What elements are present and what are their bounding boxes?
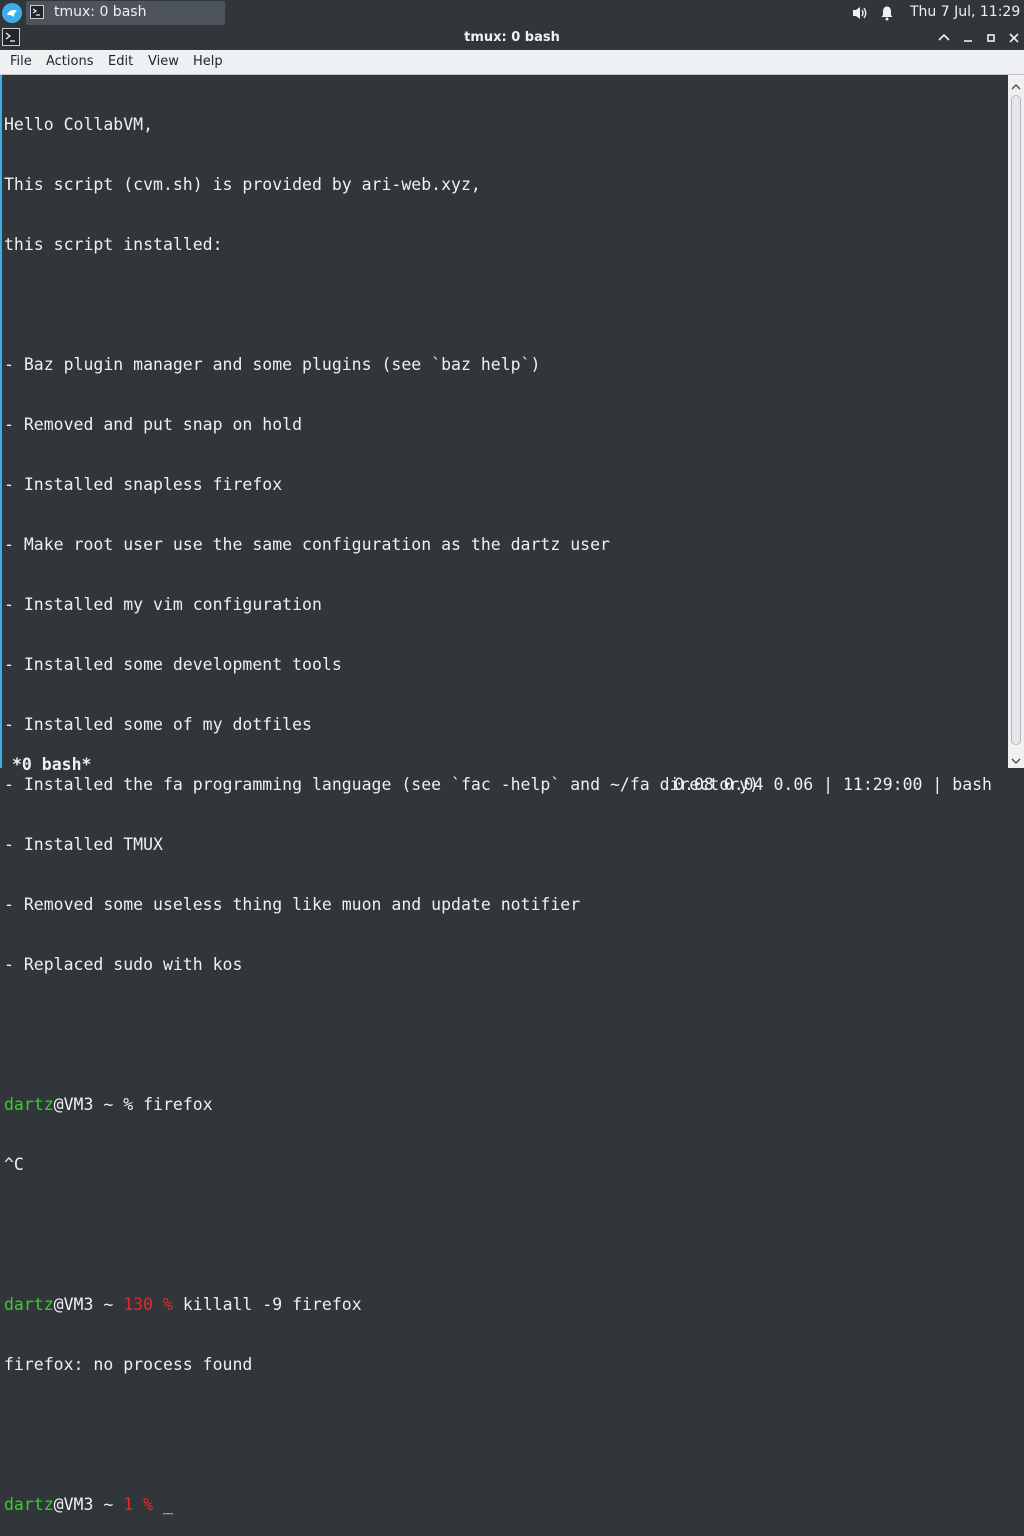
close-icon [1009, 33, 1019, 43]
prompt-user: dartz [4, 1095, 54, 1114]
app-launcher-icon[interactable] [2, 3, 22, 23]
terminal-line: - Make root user use the same configurat… [4, 535, 610, 554]
prompt-host: @VM3 ~ [53, 1295, 124, 1314]
menu-bar: File Actions Edit View Help [0, 50, 1024, 75]
chevron-up-icon [938, 33, 950, 41]
terminal-line: Hello CollabVM, [4, 115, 154, 134]
task-entry-tmux[interactable]: tmux: 0 bash [26, 1, 225, 25]
menu-actions[interactable]: Actions [46, 54, 94, 69]
keep-above-button[interactable] [936, 30, 952, 46]
prompt-line: dartz@VM3 ~ 130 % killall -9 firefox [4, 1295, 759, 1315]
prompt-command: killall -9 firefox [182, 1295, 362, 1314]
menu-view[interactable]: View [148, 54, 179, 69]
terminal-line: - Installed my vim configuration [4, 595, 322, 614]
maximize-button[interactable] [983, 30, 999, 46]
taskbar: tmux: 0 bash Thu 7 Jul, 11:29 [0, 0, 1024, 27]
terminal-icon [30, 5, 44, 19]
terminal-line: - Installed some of my dotfiles [4, 715, 312, 734]
maximize-icon [987, 34, 995, 42]
terminal-scrollbar[interactable] [1008, 75, 1024, 768]
tmux-status-right: 0.08 0.04 0.06 | 11:29:00 | bash [674, 775, 992, 794]
terminal-line: - Removed some useless thing like muon a… [4, 895, 581, 914]
prompt-host: @VM3 ~ [53, 1095, 124, 1114]
notification-bell-icon[interactable] [879, 5, 895, 25]
task-entry-label: tmux: 0 bash [54, 4, 147, 20]
terminal-line: - Installed some development tools [4, 655, 342, 674]
scroll-down-button[interactable] [1011, 751, 1021, 770]
tmux-window-tab[interactable]: *0 bash* [12, 755, 91, 775]
terminal-line: - Installed snapless firefox [4, 475, 283, 494]
menu-edit[interactable]: Edit [108, 54, 133, 69]
chevron-up-icon [1011, 84, 1021, 90]
volume-icon[interactable] [851, 5, 869, 25]
prompt-exit-status: 1 % [123, 1495, 163, 1514]
prompt-exit-status: 130 % [123, 1295, 183, 1314]
prompt-symbol: % [123, 1095, 144, 1114]
clock[interactable]: Thu 7 Jul, 11:29 [910, 4, 1020, 20]
terminal-line: - Installed the fa programming language … [4, 775, 759, 794]
window-titlebar[interactable]: tmux: 0 bash [0, 26, 1024, 50]
menu-help[interactable]: Help [193, 54, 223, 69]
scrollbar-track[interactable] [1011, 95, 1021, 745]
terminal-view[interactable]: Hello CollabVM, This script (cvm.sh) is … [0, 75, 1008, 1514]
prompt-host: @VM3 ~ [53, 1495, 124, 1514]
terminal-cursor[interactable]: _ [163, 1495, 173, 1514]
minimize-button[interactable] [960, 30, 976, 46]
prompt-line: dartz@VM3 ~ 1 % _ [4, 1495, 759, 1515]
chevron-down-icon [1011, 758, 1021, 764]
terminal-output: Hello CollabVM, This script (cvm.sh) is … [4, 75, 759, 1536]
terminal-line: this script installed: [4, 235, 223, 254]
close-button[interactable] [1006, 30, 1022, 46]
prompt-user: dartz [4, 1495, 54, 1514]
prompt-command: firefox [143, 1095, 213, 1114]
scroll-up-button[interactable] [1011, 77, 1021, 96]
terminal-line: This script (cvm.sh) is provided by ari-… [4, 175, 481, 194]
prompt-user: dartz [4, 1295, 54, 1314]
menu-file[interactable]: File [10, 54, 32, 69]
terminal-line: - Removed and put snap on hold [4, 415, 303, 434]
prompt-line: dartz@VM3 ~ % firefox [4, 1095, 759, 1115]
terminal-line: ^C [4, 1155, 24, 1174]
terminal-line: - Baz plugin manager and some plugins (s… [4, 355, 541, 374]
tmux-status-bar: *0 bash* 0.08 0.04 0.06 | 11:29:00 | bas… [2, 735, 1008, 794]
minimize-icon [964, 40, 972, 42]
window-title: tmux: 0 bash [464, 30, 560, 45]
terminal-line: firefox: no process found [4, 1355, 253, 1374]
terminal-line: - Installed TMUX [4, 835, 163, 854]
terminal-line: - Replaced sudo with kos [4, 955, 243, 974]
